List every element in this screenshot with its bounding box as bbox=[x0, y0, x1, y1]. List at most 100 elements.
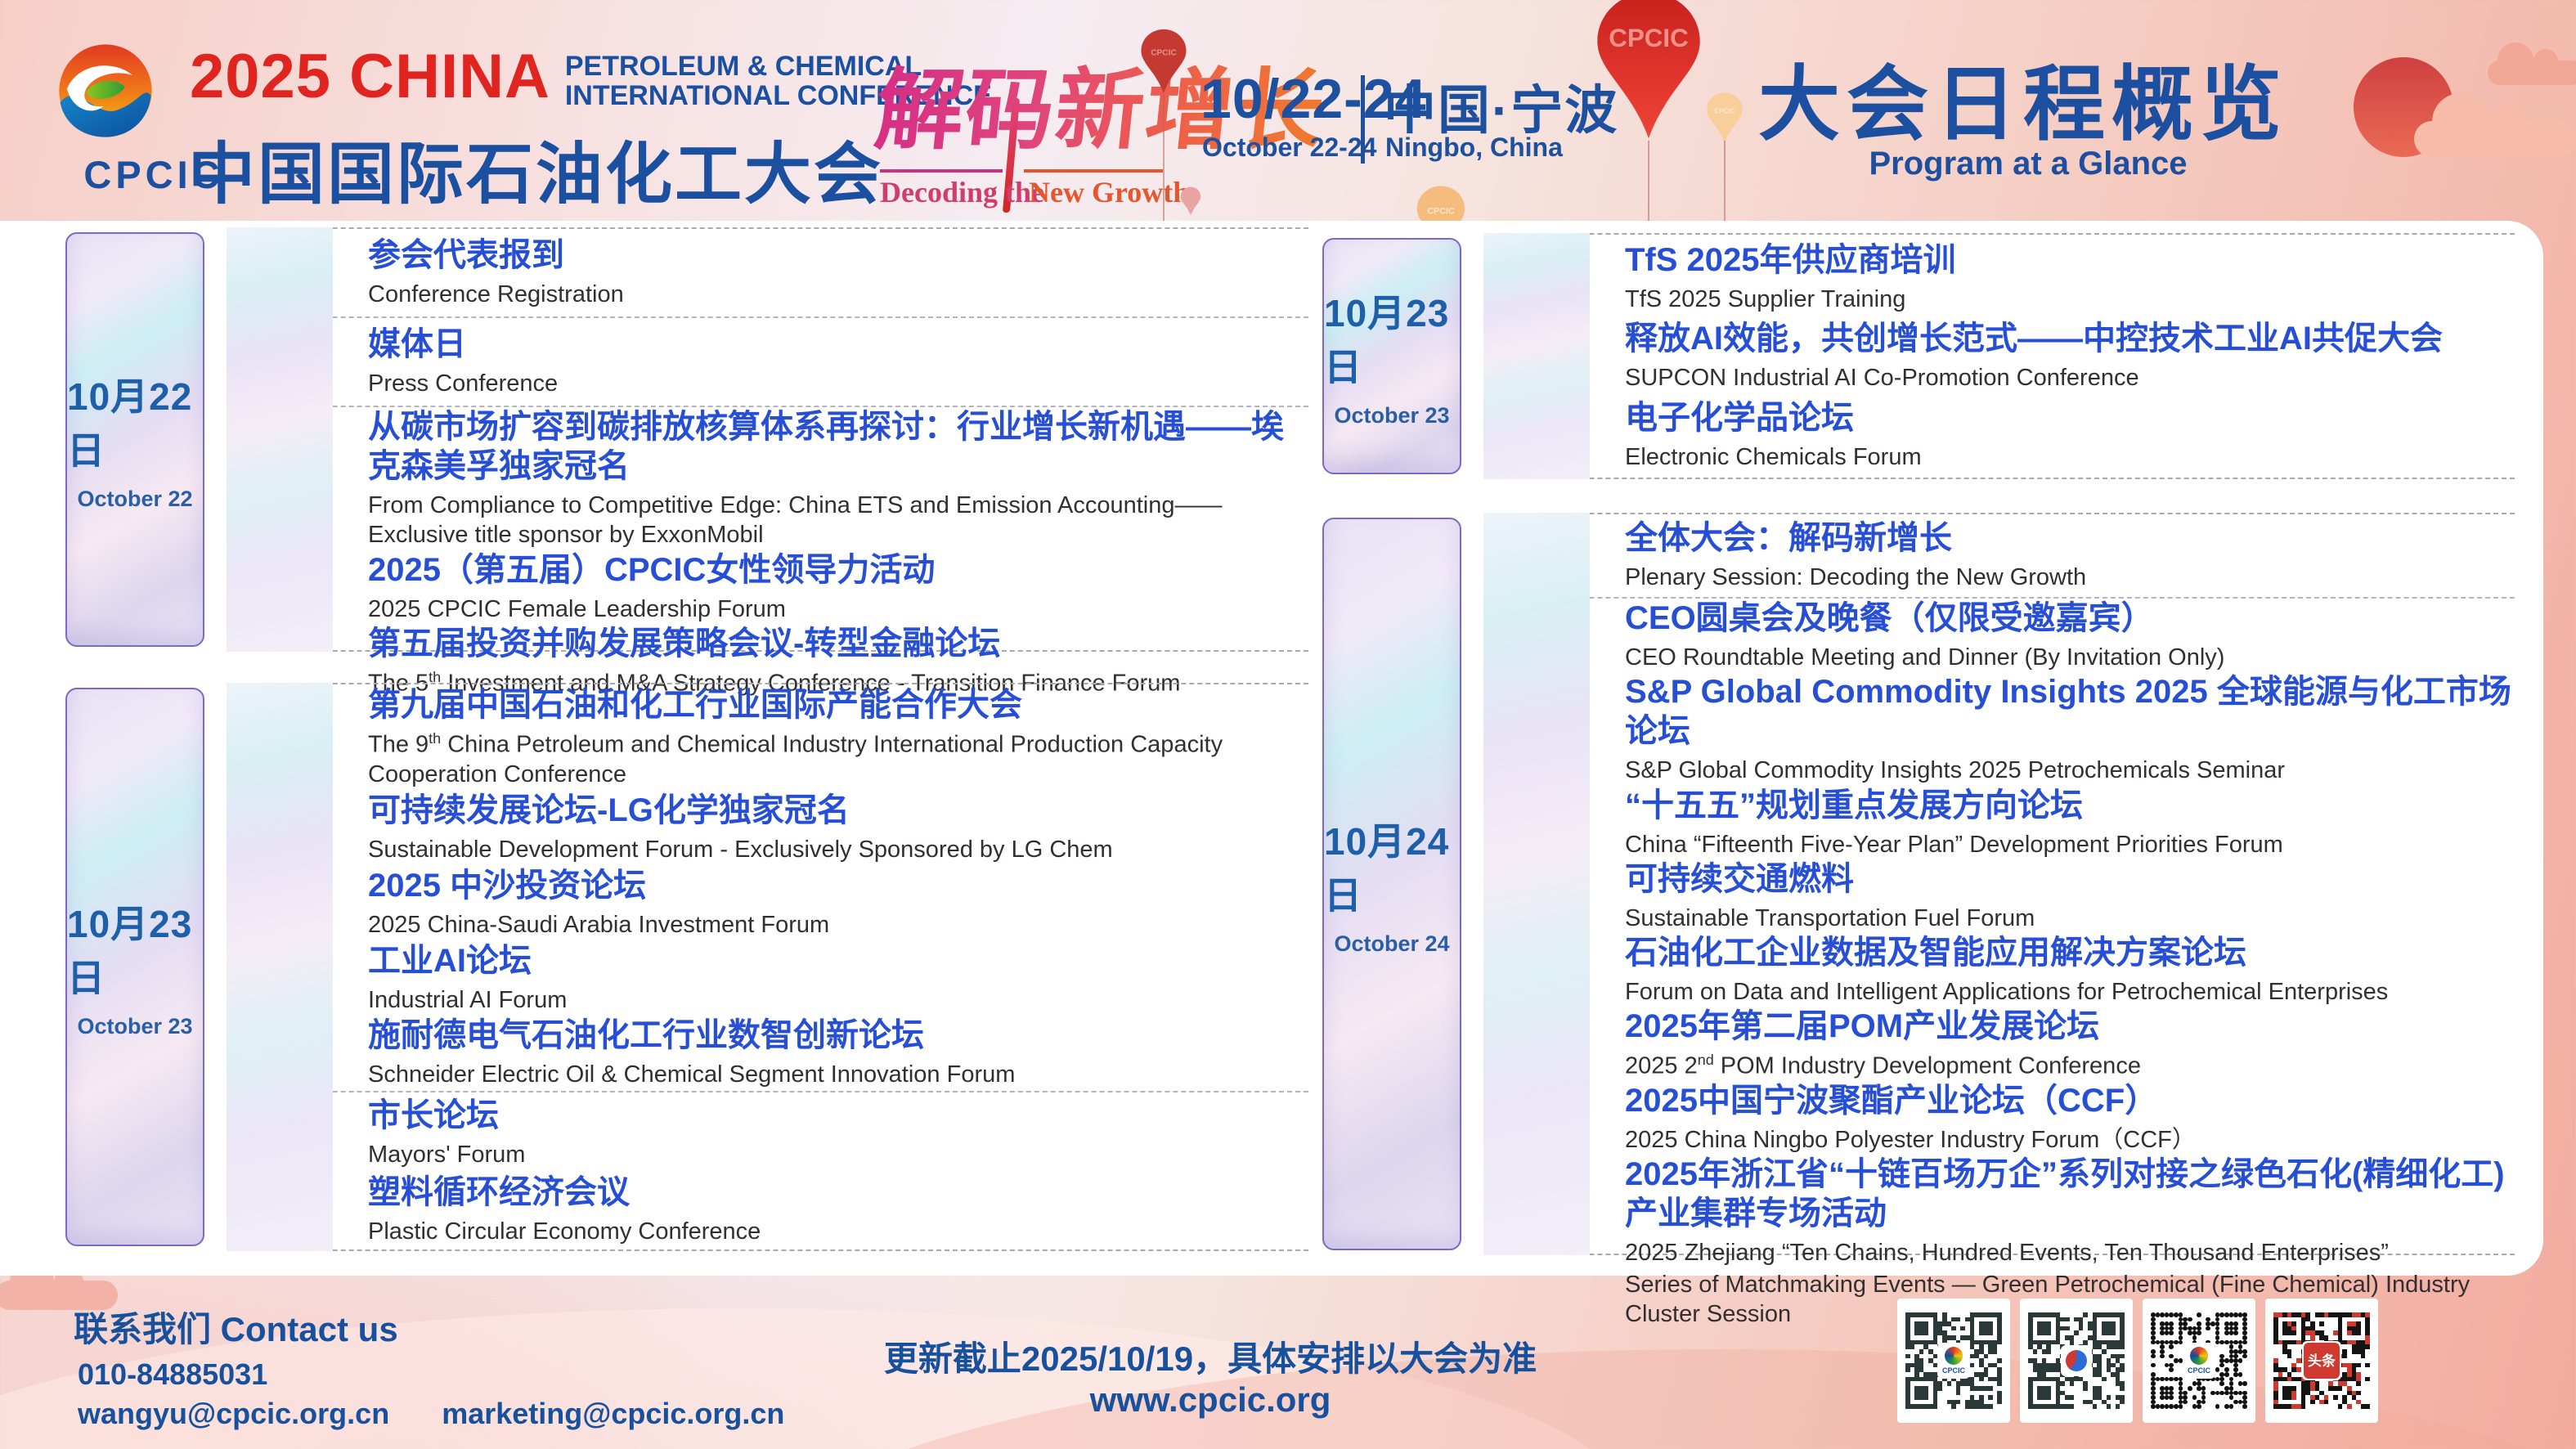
session-title-cn: 第五届投资并购发展策略会议-转型金融论坛 bbox=[368, 624, 1308, 663]
toutiao-logo: 头条 bbox=[2304, 1343, 2340, 1379]
session-item: TfS 2025年供应商培训 TfS 2025 Supplier Trainin… bbox=[1625, 240, 2515, 314]
conference-title: 2025 CHINA PETROLEUM & CHEMICAL INTERNAT… bbox=[190, 47, 992, 110]
session-title-en: 2025 2nd POM Industry Development Confer… bbox=[1625, 1051, 2515, 1081]
title-year: 2025 CHINA bbox=[190, 47, 550, 106]
session-item: 2025 中沙投资论坛 2025 China-Saudi Arabia Inve… bbox=[368, 866, 1308, 940]
session-title-en: Press Conference bbox=[368, 369, 1308, 398]
date-box-oct22: 10月22日 October 22 bbox=[65, 232, 204, 647]
schedule-row: 下午 PM 市长论坛 Mayors' Forum 塑料循环经济会议 Plasti… bbox=[227, 1091, 1308, 1249]
qr-center-logo bbox=[2061, 1345, 2092, 1376]
event-dates-en: October 22-24 bbox=[1202, 132, 1376, 163]
time-strip bbox=[227, 227, 333, 652]
svg-text:CPCIC: CPCIC bbox=[1609, 24, 1689, 52]
session-item: 可持续发展论坛-LG化学独家冠名 Sustainable Development… bbox=[368, 791, 1308, 864]
session-title-en: 2025 China Ningbo Polyester Industry For… bbox=[1625, 1125, 2515, 1155]
date-label-en: October 23 bbox=[1334, 403, 1449, 428]
qr-center-logo: CPCIC bbox=[1937, 1343, 1970, 1379]
balloon-icon: CPCIC bbox=[1706, 92, 1744, 144]
session-title-en: Industrial AI Forum bbox=[368, 985, 1308, 1015]
conference-title-cn: 中国国际石油化工大会 bbox=[188, 119, 883, 217]
cpcic-mini-logo-icon bbox=[1945, 1347, 1963, 1365]
session-title-cn: 第九届中国石油和化工行业国际产能合作大会 bbox=[368, 685, 1308, 724]
session-item: 参会代表报到 Conference Registration bbox=[368, 236, 1308, 309]
session-title-en: 2025 CPCIC Female Leadership Forum bbox=[368, 594, 1308, 624]
session-title-en: Mayors' Forum bbox=[368, 1140, 1308, 1169]
session-title-cn: 2025 中沙投资论坛 bbox=[368, 866, 1308, 905]
session-title-cn: TfS 2025年供应商培训 bbox=[1625, 240, 2515, 280]
session-title-cn: 媒体日 bbox=[368, 325, 1308, 364]
session-title-cn: 全体大会：解码新增长 bbox=[1625, 518, 2515, 558]
balloon-icon: CPCIC bbox=[1595, 0, 1703, 142]
slogan-en-1: Decoding the bbox=[880, 175, 1044, 209]
session-title-en: Plastic Circular Economy Conference bbox=[368, 1217, 1308, 1246]
session-title-cn: 施耐德电气石油化工行业数智创新论坛 bbox=[368, 1016, 1308, 1055]
session-title-cn: CEO圆桌会及晚餐（仅限受邀嘉宾） bbox=[1625, 599, 2515, 638]
session-title-en: From Compliance to Competitive Edge: Chi… bbox=[368, 491, 1308, 550]
cpcic-logo-icon bbox=[57, 43, 154, 139]
session-title-cn: 从碳市场扩容到碳排放核算体系再探讨：行业增长新机遇——埃克森美孚独家冠名 bbox=[368, 407, 1308, 486]
schedule-row: 下午 PM TfS 2025年供应商培训 TfS 2025 Supplier T… bbox=[1483, 235, 2515, 478]
date-label-cn: 10月22日 bbox=[67, 367, 203, 475]
schedule-row: 下午 PM 从碳市场扩容到碳排放核算体系再探讨：行业增长新机遇——埃克森美孚独家… bbox=[227, 406, 1308, 650]
balloon-string bbox=[1724, 141, 1726, 221]
schedule-panel: 10月22日 October 22 全天 Full Day 参会代表报到 Con… bbox=[0, 221, 2543, 1276]
date-label-en: October 24 bbox=[1334, 931, 1449, 957]
session-title-en: S&P Global Commodity Insights 2025 Petro… bbox=[1625, 756, 2515, 785]
day-block-oct22: 10月22日 October 22 全天 Full Day 参会代表报到 Con… bbox=[65, 227, 1308, 652]
qr-code-rail: CPCIC CPCIC 头条 bbox=[1897, 1299, 2378, 1423]
date-label-en: October 23 bbox=[77, 1014, 192, 1039]
session-title-en: CEO Roundtable Meeting and Dinner (By In… bbox=[1625, 643, 2515, 672]
session-item: 工业AI论坛 Industrial AI Forum bbox=[368, 941, 1308, 1015]
session-title-cn: 2025中国宁波聚酯产业论坛（CCF） bbox=[1625, 1081, 2515, 1120]
session-title-en: The 9th China Petroleum and Chemical Ind… bbox=[368, 729, 1308, 789]
qr-code-app bbox=[2020, 1299, 2133, 1423]
slogan-underline-left bbox=[880, 169, 1003, 173]
session-item: 2025年第二届POM产业发展论坛 2025 2nd POM Industry … bbox=[1625, 1007, 2515, 1081]
session-title-cn: 2025（第五届）CPCIC女性领导力活动 bbox=[368, 550, 1308, 590]
session-item: 塑料循环经济会议 Plastic Circular Economy Confer… bbox=[368, 1173, 1308, 1246]
session-title-cn: 石油化工企业数据及智能应用解决方案论坛 bbox=[1625, 933, 2515, 972]
session-item: 2025（第五届）CPCIC女性领导力活动 2025 CPCIC Female … bbox=[368, 550, 1308, 624]
session-title-en: Conference Registration bbox=[368, 280, 1308, 309]
session-title-en: TfS 2025 Supplier Training bbox=[1625, 285, 2515, 314]
cpcic-mini-logo-icon bbox=[2190, 1347, 2208, 1365]
session-item: 第九届中国石油和化工行业国际产能合作大会 The 9th China Petro… bbox=[368, 685, 1308, 789]
svg-text:CPCIC: CPCIC bbox=[1715, 107, 1735, 114]
schedule-row: 全天 Full Day 参会代表报到 Conference Registrati… bbox=[227, 229, 1308, 316]
session-title-cn: 2025年浙江省“十链百场万企”系列对接之绿色石化(精细化工)产业集群专场活动 bbox=[1625, 1155, 2515, 1233]
session-item: 从碳市场扩容到碳排放核算体系再探讨：行业增长新机遇——埃克森美孚独家冠名 Fro… bbox=[368, 407, 1308, 550]
session-title-en: Plenary Session: Decoding the New Growth bbox=[1625, 563, 2515, 592]
day-block-oct24: 10月24日 October 24 上午 AM 全体大会：解码新增长 Plena… bbox=[1322, 513, 2515, 1255]
session-title-cn: 释放AI效能，共创增长范式——中控技术工业AI共促大会 bbox=[1625, 319, 2515, 358]
slogan-en-2: New Growth bbox=[1029, 175, 1189, 209]
session-title-cn: 市长论坛 bbox=[368, 1096, 1308, 1135]
session-item: “十五五”规划重点发展方向论坛 China “Fifteenth Five-Ye… bbox=[1625, 786, 2515, 859]
session-item: CEO圆桌会及晚餐（仅限受邀嘉宾） CEO Roundtable Meeting… bbox=[1625, 599, 2515, 672]
date-box-oct24: 10月24日 October 24 bbox=[1322, 518, 1461, 1250]
session-title-en: Forum on Data and Intelligent Applicatio… bbox=[1625, 977, 2515, 1007]
session-title-en: Electronic Chemicals Forum bbox=[1625, 442, 2515, 472]
session-item: 全体大会：解码新增长 Plenary Session: Decoding the… bbox=[1625, 518, 2515, 592]
session-title-en: Sustainable Development Forum - Exclusiv… bbox=[368, 835, 1308, 864]
slogan-underline-right bbox=[1024, 169, 1163, 173]
qr-center-logo: CPCIC bbox=[2183, 1343, 2215, 1379]
cloud-icon bbox=[2414, 121, 2576, 157]
schedule-row: 上午 AM 全体大会：解码新增长 Plenary Session: Decodi… bbox=[1483, 514, 2515, 597]
qr-code-toutiao: 头条 bbox=[2265, 1299, 2378, 1423]
session-title-cn: 可持续交通燃料 bbox=[1625, 859, 2515, 899]
update-notice: 更新截止2025/10/19，具体安排以大会为准 bbox=[834, 1331, 1586, 1381]
session-item: 媒体日 Press Conference bbox=[368, 325, 1308, 398]
session-title-cn: 参会代表报到 bbox=[368, 236, 1308, 275]
qr-center-logo: 头条 bbox=[2302, 1341, 2341, 1380]
contact-email-1: wangyu@cpcic.org.cn bbox=[78, 1397, 389, 1431]
page-title-en: Program at a Glance bbox=[1758, 146, 2298, 182]
session-title-cn: S&P Global Commodity Insights 2025 全球能源与… bbox=[1625, 672, 2515, 751]
schedule-column-left: 10月22日 October 22 全天 Full Day 参会代表报到 Con… bbox=[65, 221, 1308, 1251]
session-title-en: Schneider Electric Oil & Chemical Segmen… bbox=[368, 1060, 1308, 1089]
header-divider bbox=[1361, 75, 1365, 164]
cloud-icon bbox=[2488, 61, 2576, 85]
balloon-icon: CPCIC bbox=[1140, 28, 1187, 95]
session-title-cn: 2025年第二届POM产业发展论坛 bbox=[1625, 1007, 2515, 1046]
day-block-oct23-right: 10月23日 October 23 下午 PM TfS 2025年供应商培训 T… bbox=[1322, 233, 2515, 479]
session-title-cn: 塑料循环经济会议 bbox=[368, 1173, 1308, 1212]
